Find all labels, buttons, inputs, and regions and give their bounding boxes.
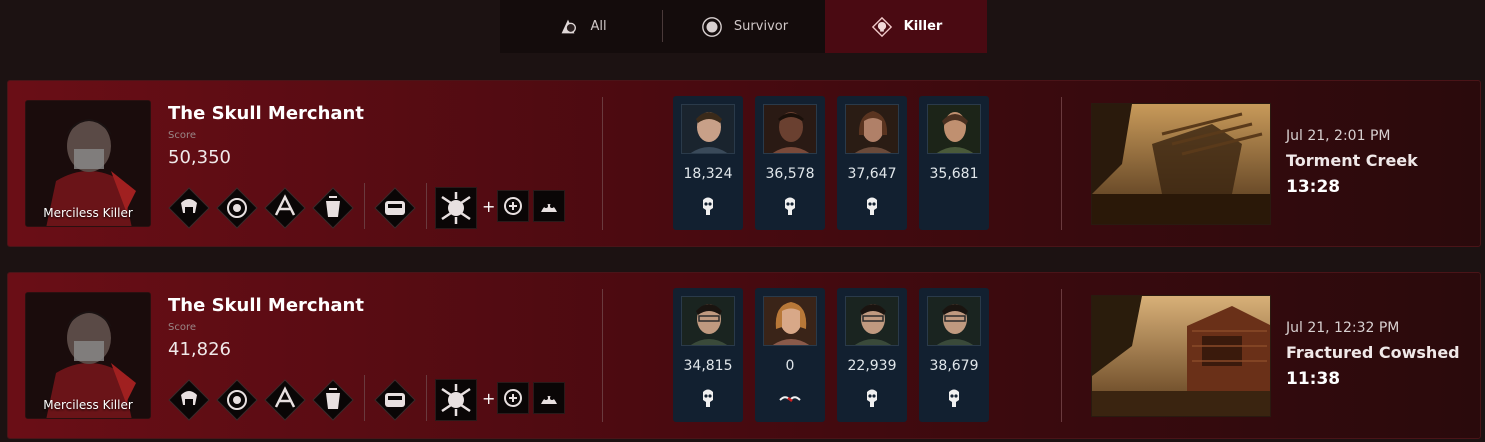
addon-2-icon[interactable] bbox=[533, 382, 565, 414]
plus-sign: + bbox=[482, 389, 496, 408]
killer-name: The Skull Merchant bbox=[168, 103, 364, 124]
divider bbox=[602, 289, 603, 422]
perk-1-icon[interactable] bbox=[168, 187, 210, 229]
survivor-card[interactable]: 18,324 bbox=[673, 96, 743, 230]
plus-sign: + bbox=[482, 197, 496, 216]
survivor-portrait bbox=[763, 296, 817, 346]
survivor-score: 22,939 bbox=[847, 358, 897, 374]
divider bbox=[364, 183, 365, 229]
perk-2-icon[interactable] bbox=[216, 379, 258, 421]
score-value: 50,350 bbox=[168, 147, 231, 168]
addon-1-icon[interactable] bbox=[497, 382, 529, 414]
survivor-card[interactable]: 22,939 bbox=[837, 288, 907, 422]
survivor-score: 38,679 bbox=[929, 358, 979, 374]
survivor-portrait bbox=[927, 296, 981, 346]
survivor-portrait bbox=[845, 104, 899, 154]
divider bbox=[602, 97, 603, 230]
survivor-portrait bbox=[681, 104, 735, 154]
addon-1-icon[interactable] bbox=[497, 190, 529, 222]
map-name: Fractured Cowshed bbox=[1286, 343, 1460, 362]
map-thumbnail bbox=[1091, 295, 1271, 417]
survivor-portrait bbox=[927, 104, 981, 154]
sacrificed-icon bbox=[859, 194, 885, 220]
disconnected-icon bbox=[777, 386, 803, 412]
sacrificed-icon bbox=[777, 194, 803, 220]
killer-portrait: Merciless Killer bbox=[25, 100, 151, 227]
offering-icon[interactable] bbox=[374, 187, 416, 229]
role-tabs: All Survivor Killer bbox=[500, 0, 987, 53]
tab-all[interactable]: All bbox=[500, 0, 663, 53]
divider bbox=[426, 375, 427, 421]
divider bbox=[426, 183, 427, 229]
score-label: Score bbox=[168, 322, 197, 333]
survivor-portrait bbox=[845, 296, 899, 346]
power-icon[interactable] bbox=[435, 379, 477, 421]
survivor-score: 36,578 bbox=[765, 166, 815, 182]
survivor-score: 37,647 bbox=[847, 166, 897, 182]
divider bbox=[1061, 289, 1062, 422]
match-duration: 13:28 bbox=[1286, 177, 1341, 197]
survivor-score: 34,815 bbox=[683, 358, 733, 374]
survivor-icon bbox=[700, 15, 724, 39]
sacrificed-icon bbox=[695, 194, 721, 220]
survivor-score: 0 bbox=[785, 358, 795, 374]
survivor-card[interactable]: 37,647 bbox=[837, 96, 907, 230]
killer-portrait: Merciless Killer bbox=[25, 292, 151, 419]
match-row[interactable]: Merciless Killer The Skull Merchant Scor… bbox=[7, 80, 1481, 247]
survivor-score: 35,681 bbox=[929, 166, 979, 182]
tab-all-label: All bbox=[590, 19, 607, 34]
score-value: 41,826 bbox=[168, 339, 231, 360]
all-roles-icon bbox=[556, 15, 580, 39]
survivor-portrait bbox=[681, 296, 735, 346]
survivor-card[interactable]: 36,578 bbox=[755, 96, 825, 230]
perk-2-icon[interactable] bbox=[216, 187, 258, 229]
addon-2-icon[interactable] bbox=[533, 190, 565, 222]
match-date: Jul 21, 12:32 PM bbox=[1286, 320, 1400, 336]
match-duration: 11:38 bbox=[1286, 369, 1341, 389]
sacrificed-icon bbox=[695, 386, 721, 412]
grade-label: Merciless Killer bbox=[43, 206, 133, 220]
perk-3-icon[interactable] bbox=[264, 187, 306, 229]
tab-survivor-label: Survivor bbox=[733, 19, 789, 34]
offering-icon[interactable] bbox=[374, 379, 416, 421]
match-date: Jul 21, 2:01 PM bbox=[1286, 128, 1391, 144]
survivor-card[interactable]: 34,815 bbox=[673, 288, 743, 422]
tab-killer-label: Killer bbox=[903, 19, 943, 34]
perk-4-icon[interactable] bbox=[312, 379, 354, 421]
tab-killer[interactable]: Killer bbox=[825, 0, 987, 53]
perk-3-icon[interactable] bbox=[264, 379, 306, 421]
survivor-score: 18,324 bbox=[683, 166, 733, 182]
survivor-card[interactable]: 38,679 bbox=[919, 288, 989, 422]
sacrificed-icon bbox=[941, 386, 967, 412]
perk-4-icon[interactable] bbox=[312, 187, 354, 229]
tab-survivor[interactable]: Survivor bbox=[663, 0, 825, 53]
score-label: Score bbox=[168, 130, 197, 141]
killer-name: The Skull Merchant bbox=[168, 295, 364, 316]
killer-icon bbox=[870, 15, 894, 39]
divider bbox=[1061, 97, 1062, 230]
survivor-card[interactable]: 0 bbox=[755, 288, 825, 422]
grade-label: Merciless Killer bbox=[43, 398, 133, 412]
divider bbox=[364, 375, 365, 421]
survivor-card[interactable]: 35,681 bbox=[919, 96, 989, 230]
map-thumbnail bbox=[1091, 103, 1271, 225]
power-icon[interactable] bbox=[435, 187, 477, 229]
map-name: Torment Creek bbox=[1286, 151, 1418, 170]
sacrificed-icon bbox=[859, 386, 885, 412]
survivor-portrait bbox=[763, 104, 817, 154]
match-row[interactable]: Merciless Killer The Skull Merchant Scor… bbox=[7, 272, 1481, 439]
perk-1-icon[interactable] bbox=[168, 379, 210, 421]
